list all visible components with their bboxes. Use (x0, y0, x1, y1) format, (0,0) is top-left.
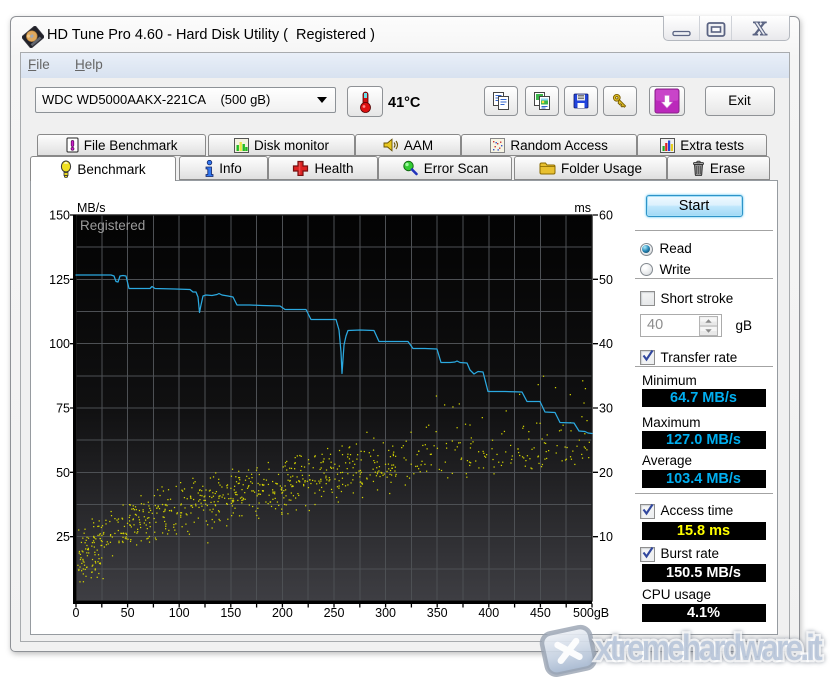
svg-text:ms: ms (574, 201, 591, 215)
svg-text:60: 60 (599, 209, 613, 223)
svg-text:400: 400 (478, 606, 499, 620)
svg-text:30: 30 (599, 402, 613, 416)
svg-text:40: 40 (599, 337, 613, 351)
svg-text:125: 125 (49, 273, 70, 287)
svg-text:300: 300 (375, 606, 396, 620)
svg-text:250: 250 (324, 606, 345, 620)
svg-text:xtremehardware.it: xtremehardware.it (595, 628, 822, 668)
svg-text:10: 10 (599, 530, 613, 544)
svg-text:150: 150 (49, 209, 70, 223)
svg-text:20: 20 (599, 466, 613, 480)
svg-text:200: 200 (272, 606, 293, 620)
svg-text:500gB: 500gB (573, 606, 609, 620)
svg-text:50: 50 (56, 466, 70, 480)
svg-text:25: 25 (56, 530, 70, 544)
svg-text:MB/s: MB/s (77, 201, 105, 215)
svg-text:Registered: Registered (80, 218, 145, 233)
svg-text:75: 75 (56, 402, 70, 416)
svg-text:50: 50 (121, 606, 135, 620)
svg-text:0: 0 (73, 606, 80, 620)
svg-text:100: 100 (49, 337, 70, 351)
svg-text:X: X (753, 18, 768, 40)
svg-text:450: 450 (530, 606, 551, 620)
svg-text:50: 50 (599, 273, 613, 287)
svg-text:100: 100 (169, 606, 190, 620)
svg-text:350: 350 (427, 606, 448, 620)
svg-text:150: 150 (220, 606, 241, 620)
